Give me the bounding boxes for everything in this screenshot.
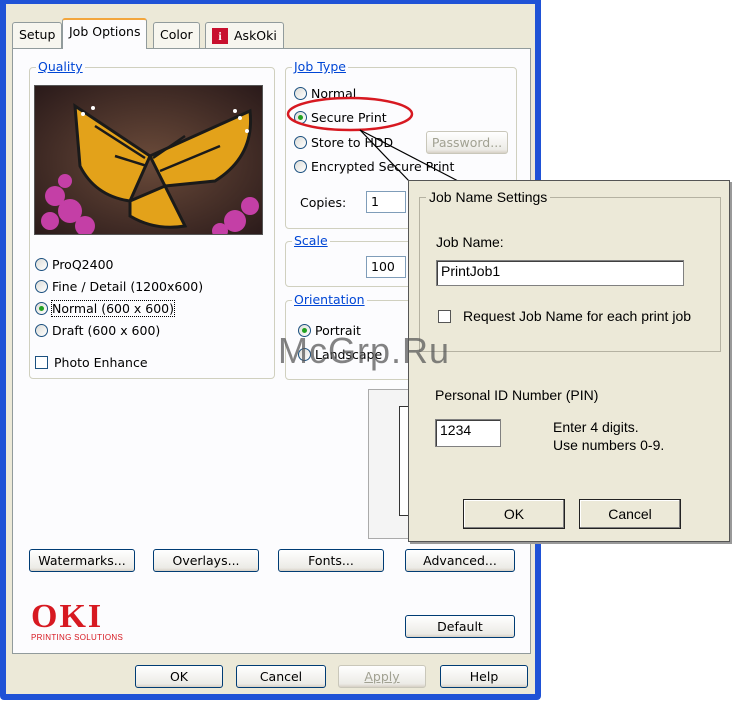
job-name-settings-title: Job Name Settings <box>426 189 551 205</box>
popup-cancel-label: Cancel <box>608 506 652 522</box>
pin-label: Personal ID Number (PIN) <box>435 387 599 403</box>
job-name-settings-popup: Job Name Settings Job Name: PrintJob1 Re… <box>408 180 730 542</box>
popup-ok-button[interactable]: OK <box>463 499 565 529</box>
callout-line-right <box>359 129 461 183</box>
request-job-name-label: Request Job Name for each print job <box>463 308 692 324</box>
popup-cancel-button[interactable]: Cancel <box>579 499 681 529</box>
pin-input[interactable]: 1234 <box>435 419 501 447</box>
site-watermark: McGrp.Ru <box>278 330 451 371</box>
checkbox-indicator <box>438 309 451 323</box>
job-name-label: Job Name: <box>436 234 504 250</box>
pin-hint-digits: Enter 4 digits. <box>553 419 639 435</box>
job-name-settings-group: Job Name Settings Job Name: PrintJob1 Re… <box>419 189 721 352</box>
callout-line-left <box>359 129 411 183</box>
pin-hint-numbers: Use numbers 0-9. <box>553 437 665 453</box>
secure-print-highlight <box>286 96 414 132</box>
popup-ok-label: OK <box>503 506 525 522</box>
request-job-name-checkbox[interactable]: Request Job Name for each print job <box>438 308 691 324</box>
job-name-input[interactable]: PrintJob1 <box>436 260 684 286</box>
